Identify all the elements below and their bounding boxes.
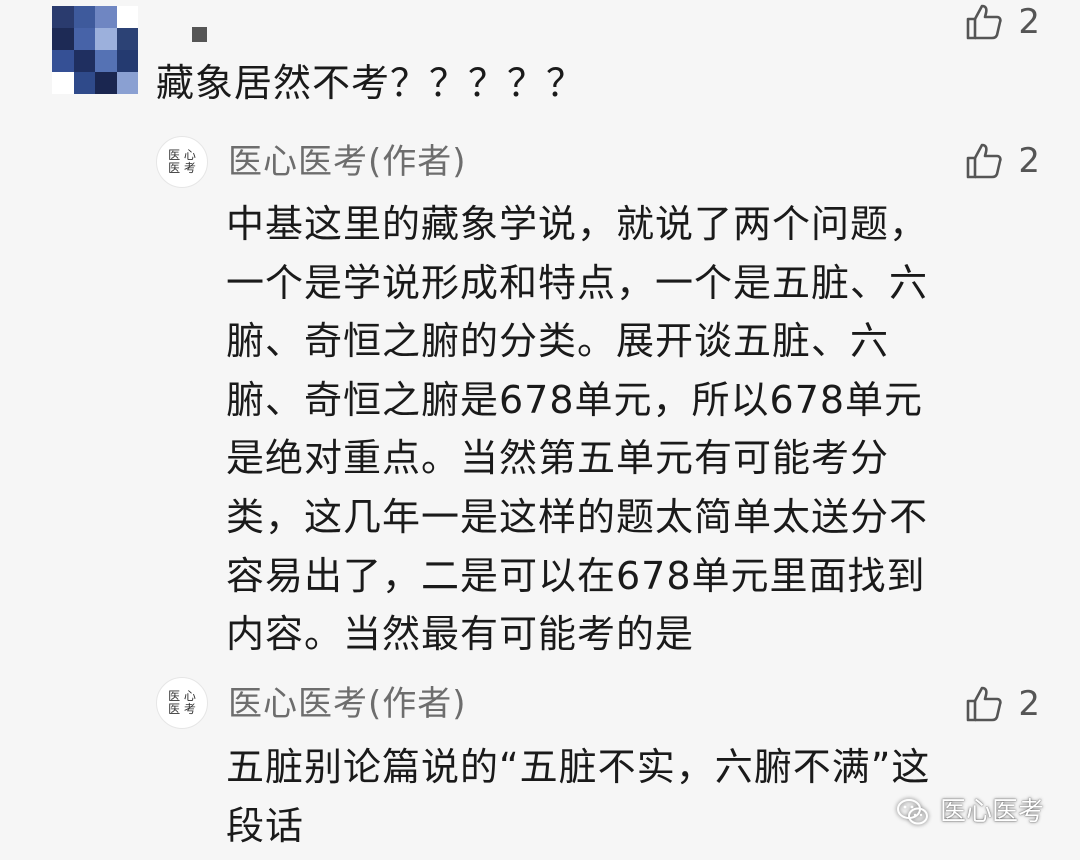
wechat-icon [896,799,928,825]
reply-like-button[interactable]: 2 [964,684,1040,724]
avatar-mosaic-cell [116,72,138,94]
like-count: 2 [1018,684,1040,724]
avatar-mosaic-cell [52,72,74,94]
reply-text-line: 中基这里的藏象学说，就说了两个问题， [226,202,929,246]
like-count: 2 [1018,141,1040,181]
avatar-mosaic-cell [52,6,74,28]
thumbs-up-icon [967,686,1003,722]
thumbs-up-icon [967,4,1003,40]
avatar-mosaic-cell [52,50,74,72]
author-avatar[interactable]: 医 心 医 考 [156,136,208,188]
reply-author-name[interactable]: 医心医考(作者) [228,141,467,183]
avatar-mosaic-cell [95,50,117,72]
reply-text-line: 类，这几年一是这样的题太简单太送分不 [226,494,929,539]
comment-text: 藏象居然不考？？？？？ [156,61,586,105]
avatar-mosaic-cell [52,28,74,50]
avatar-mosaic-cell [73,28,95,50]
reply-text-line: 一个是学说形成和特点，一个是五脏、六 [226,260,929,305]
avatar-mosaic-cell [73,72,95,94]
author-avatar[interactable]: 医 心 医 考 [156,677,208,729]
avatar-mosaic-cell [95,6,117,28]
like-count: 2 [1018,2,1040,42]
avatar-logo-text: 医 考 [168,702,196,716]
reply-text: 中基这里的藏象学说，就说了两个问题， 一个是学说形成和特点，一个是五脏、六 腑、… [226,195,1026,664]
watermark-text: 医心医考 [939,797,1044,827]
comment-thread: 藏象居然不考？？？？？ 2 医 心 医 考 医心医考(作者) 2 中基这里的藏象… [0,0,1080,860]
account-watermark: 医心医考 [896,796,1044,828]
avatar-mosaic-cell [95,28,117,50]
avatar-logo-text: 医 考 [168,161,196,175]
reply-text-line: 腑、奇恒之腑是678单元，所以678单元 [226,377,924,422]
reply-text-line: 是绝对重点。当然第五单元有可能考分 [226,436,890,481]
reply-text-line: 内容。当然最有可能考的是 [226,612,695,657]
avatar-mosaic-cell [116,6,138,28]
reply-text-line: 容易出了，二是可以在678单元里面找到 [226,553,926,598]
comment-like-button[interactable]: 2 [964,2,1040,42]
thumbs-up-icon [967,143,1003,179]
reply-text-line: 腑、奇恒之腑的分类。展开谈五脏、六 [226,319,890,364]
commenter-name-redacted [192,27,207,42]
avatar-mosaic-cell [73,50,95,72]
avatar-mosaic-cell [95,72,117,94]
avatar-mosaic-cell [116,50,138,72]
commenter-avatar[interactable] [52,6,138,94]
avatar-mosaic-cell [73,6,95,28]
reply-author-name[interactable]: 医心医考(作者) [228,683,467,725]
reply-text-line: 五脏别论篇说的“五脏不实，六腑不满”这 [226,745,931,789]
avatar-mosaic-cell [116,28,138,50]
reply-like-button[interactable]: 2 [964,141,1040,181]
